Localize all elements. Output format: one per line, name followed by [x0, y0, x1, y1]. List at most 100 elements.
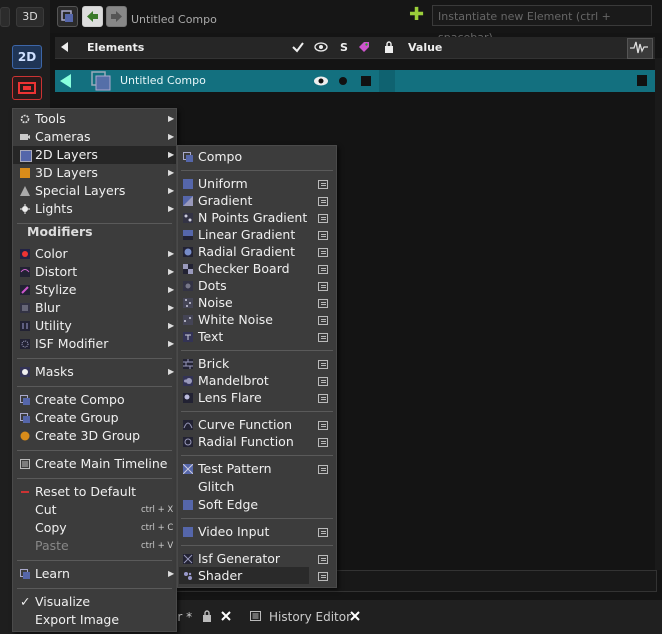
menu-item-create-3d-group[interactable]: Create 3D Group: [13, 427, 176, 445]
submenu-item-glitch[interactable]: Glitch: [178, 478, 336, 496]
list-icon[interactable]: [318, 333, 328, 342]
menu-item-cameras[interactable]: Cameras ▶: [13, 128, 176, 146]
waveform-button[interactable]: [627, 38, 653, 59]
submenu-item-linear-gradient[interactable]: Linear Gradient: [178, 226, 336, 244]
submenu-item-compo[interactable]: Compo: [178, 148, 336, 166]
menu-item-blur[interactable]: Blur ▶: [13, 299, 176, 317]
checkmark-icon[interactable]: [292, 41, 304, 53]
list-icon[interactable]: [318, 465, 328, 474]
lock-cell[interactable]: [379, 70, 395, 92]
submenu-item-noise[interactable]: Noise: [178, 294, 336, 312]
submenu-item-uniform[interactable]: Uniform: [178, 175, 336, 193]
menu-label: 2D Layers: [35, 147, 98, 162]
submenu-item-white-noise[interactable]: White Noise: [178, 311, 336, 329]
submenu-item-n-points-gradient[interactable]: N Points Gradient: [178, 209, 336, 227]
list-icon[interactable]: [318, 231, 328, 240]
submenu-item-soft-edge[interactable]: Soft Edge: [178, 496, 336, 514]
compo-row-name: Untitled Compo: [120, 74, 206, 87]
lock-icon[interactable]: [384, 41, 394, 53]
toolbar-button-partial[interactable]: [0, 7, 10, 27]
menu-item-tools[interactable]: Tools ▶: [13, 110, 176, 128]
menu-item-visualize[interactable]: ✓ Visualize: [13, 593, 176, 611]
list-icon[interactable]: [318, 282, 328, 291]
view-2d-button[interactable]: 2D: [12, 45, 42, 69]
list-icon[interactable]: [318, 438, 328, 447]
menu-item-cut[interactable]: Cut ctrl + X: [13, 501, 176, 519]
menu-item-3d-layers[interactable]: 3D Layers ▶: [13, 164, 176, 182]
lock-icon[interactable]: [202, 610, 212, 622]
submenu-item-lens-flare[interactable]: Lens Flare: [178, 389, 336, 407]
submenu-item-mandelbrot[interactable]: Mandelbrot: [178, 372, 336, 390]
list-icon[interactable]: [318, 299, 328, 308]
expand-arrow-icon[interactable]: [57, 72, 75, 90]
list-icon[interactable]: [318, 197, 328, 206]
isf-modifier-icon: [20, 339, 30, 349]
instantiate-element-input[interactable]: Instantiate new Element (ctrl + spacebar…: [432, 5, 652, 44]
menu-item-create-group[interactable]: Create Group: [13, 409, 176, 427]
tag-color-square[interactable]: [361, 76, 371, 86]
list-icon[interactable]: [318, 555, 328, 564]
back-button[interactable]: [82, 6, 103, 27]
menu-item-isf-modifier[interactable]: ISF Modifier ▶: [13, 335, 176, 353]
list-icon[interactable]: [318, 572, 328, 581]
radial-gradient-icon: [183, 247, 193, 257]
menu-separator: [17, 560, 172, 561]
close-icon[interactable]: [220, 610, 232, 622]
menu-label: Compo: [198, 149, 243, 164]
submenu-item-radial-function[interactable]: Radial Function: [178, 433, 336, 451]
forward-button[interactable]: [106, 6, 127, 27]
submenu-item-shader[interactable]: Shader: [178, 567, 336, 585]
menu-item-2d-layers[interactable]: 2D Layers ▶: [13, 146, 176, 164]
list-icon[interactable]: [318, 421, 328, 430]
submenu-item-video-input[interactable]: Video Input: [178, 523, 336, 541]
list-icon[interactable]: [318, 214, 328, 223]
list-icon[interactable]: [318, 316, 328, 325]
menu-item-learn[interactable]: Learn ▶: [13, 565, 176, 583]
list-icon[interactable]: [318, 248, 328, 257]
tab-history-editor[interactable]: History Editor: [269, 610, 351, 624]
list-icon[interactable]: [318, 360, 328, 369]
submenu-item-brick[interactable]: Brick: [178, 355, 336, 373]
view-3d-button[interactable]: 3D: [16, 7, 44, 27]
submenu-item-radial-gradient[interactable]: Radial Gradient: [178, 243, 336, 261]
menu-item-masks[interactable]: Masks ▶: [13, 363, 176, 381]
close-icon[interactable]: [349, 610, 361, 622]
menu-item-create-main-timeline[interactable]: Create Main Timeline: [13, 455, 176, 473]
submenu-item-isf-generator[interactable]: Isf Generator: [178, 550, 336, 568]
submenu-item-test-pattern[interactable]: Test Pattern: [178, 460, 336, 478]
add-element-icon[interactable]: ✚: [409, 4, 424, 25]
collapse-left-icon[interactable]: [60, 42, 70, 52]
menu-item-reset-default[interactable]: Reset to Default: [13, 483, 176, 501]
submenu-item-checker-board[interactable]: Checker Board: [178, 260, 336, 278]
list-icon[interactable]: [318, 180, 328, 189]
menu-label: Gradient: [198, 193, 253, 208]
submenu-item-dots[interactable]: Dots: [178, 277, 336, 295]
list-icon[interactable]: [318, 394, 328, 403]
menu-item-copy[interactable]: Copy ctrl + C: [13, 519, 176, 537]
submenu-item-text[interactable]: Text: [178, 328, 336, 346]
compo-icon-button[interactable]: [57, 6, 78, 27]
compo-title: Untitled Compo: [131, 13, 217, 26]
menu-item-export-image[interactable]: Export Image: [13, 611, 176, 629]
menu-item-lights[interactable]: Lights ▶: [13, 200, 176, 218]
list-icon[interactable]: [318, 528, 328, 537]
menu-item-special-layers[interactable]: Special Layers ▶: [13, 182, 176, 200]
context-menu: Tools ▶ Cameras ▶ 2D Layers ▶ 3D Layers …: [12, 108, 177, 632]
submenu-item-gradient[interactable]: Gradient: [178, 192, 336, 210]
record-button[interactable]: [12, 76, 42, 100]
compo-element-row[interactable]: Untitled Compo: [55, 70, 655, 92]
list-icon[interactable]: [318, 265, 328, 274]
eye-icon[interactable]: [314, 41, 328, 53]
menu-item-distort[interactable]: Distort ▶: [13, 263, 176, 281]
submenu-item-curve-function[interactable]: Curve Function: [178, 416, 336, 434]
tag-color-icon[interactable]: [358, 41, 370, 53]
menu-item-utility[interactable]: Utility ▶: [13, 317, 176, 335]
menu-item-stylize[interactable]: Stylize ▶: [13, 281, 176, 299]
menu-item-create-compo[interactable]: Create Compo: [13, 391, 176, 409]
visibility-eye-icon[interactable]: [313, 75, 329, 87]
solo-dot[interactable]: [339, 77, 347, 85]
right-scroll-gutter[interactable]: [655, 58, 662, 570]
compo-icon: [91, 71, 111, 91]
menu-item-color[interactable]: Color ▶: [13, 245, 176, 263]
list-icon[interactable]: [318, 377, 328, 386]
